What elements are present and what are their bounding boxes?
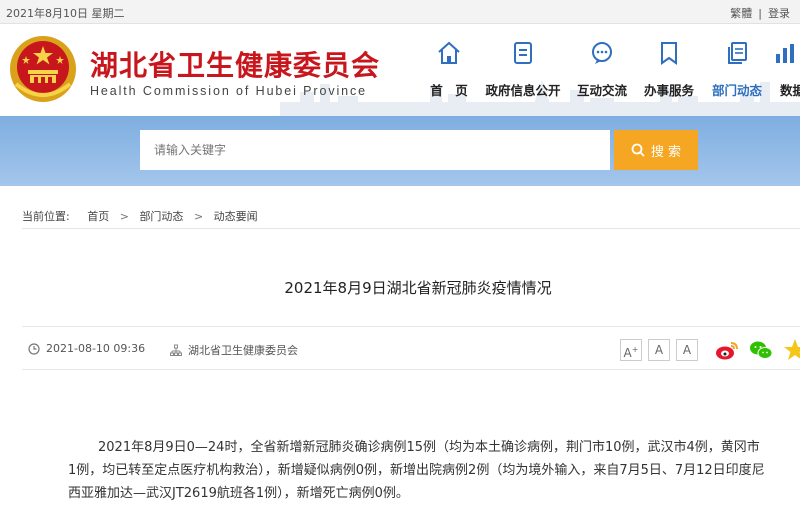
- top-bar: 2021年8月10日 星期二 繁體 | 登录: [0, 0, 800, 24]
- nav-item-data[interactable]: 数据: [762, 36, 800, 99]
- divider: |: [758, 7, 762, 20]
- nav-label: 政府信息公开: [485, 83, 561, 98]
- article-source: 湖北省卫生健康委员会: [170, 342, 298, 358]
- login-link[interactable]: 登录: [768, 7, 790, 20]
- font-button-label: A: [654, 343, 664, 357]
- article-title: 2021年8月9日湖北省新冠肺炎疫情情况: [284, 279, 552, 297]
- top-links: 繁體 | 登录: [730, 5, 790, 21]
- site-title: 湖北省卫生健康委员会: [90, 49, 381, 82]
- weibo-icon[interactable]: [714, 337, 740, 363]
- publish-datetime: 2021-08-10 09:36: [46, 342, 146, 355]
- organization-icon: [170, 344, 182, 356]
- breadcrumb-prefix: 当前位置:: [22, 210, 70, 223]
- publish-time: 2021-08-10 09:36: [28, 342, 145, 355]
- search-button[interactable]: 搜 索: [614, 130, 698, 170]
- article-body: 2021年8月9日0—24时，全省新增新冠肺炎确诊病例15例（均为本土确诊病例，…: [68, 440, 765, 501]
- breadcrumb: 当前位置: 首页 > 部门动态 > 动态要闻: [22, 208, 258, 224]
- font-button-label: A: [623, 346, 632, 360]
- search-icon: [631, 143, 645, 157]
- current-date: 2021年8月10日 星期二: [6, 7, 125, 20]
- site-header: 湖北省卫生健康委员会 Health Commission of Hubei Pr…: [0, 24, 800, 116]
- chat-icon: [592, 42, 612, 64]
- data-icon: [776, 44, 794, 63]
- font-smaller-button[interactable]: A: [676, 339, 698, 361]
- favorite-icon[interactable]: [782, 337, 800, 363]
- document-icon: [514, 42, 532, 64]
- breadcrumb-item-dept-news[interactable]: 部门动态: [139, 208, 183, 224]
- clock-icon: [28, 342, 40, 355]
- breadcrumb-item-home[interactable]: 首页: [87, 208, 109, 224]
- font-default-button[interactable]: A: [648, 339, 670, 361]
- divider: [22, 228, 800, 229]
- traditional-chinese-link[interactable]: 繁體: [730, 7, 752, 20]
- search-button-label: 搜 索: [650, 144, 682, 160]
- pages-icon: [728, 42, 747, 64]
- breadcrumb-separator: >: [193, 210, 204, 223]
- breadcrumb-item-headlines[interactable]: 动态要闻: [214, 208, 258, 224]
- nav-label: 数据: [780, 83, 800, 98]
- article-meta-bar: 2021-08-10 09:36 湖北省卫生健康委员会 A+ A A: [22, 326, 800, 370]
- search-input[interactable]: [140, 130, 610, 170]
- breadcrumb-separator: >: [119, 210, 129, 223]
- font-button-label: A: [682, 343, 692, 357]
- nav-item-gov-info[interactable]: 政府信息公开: [478, 36, 568, 99]
- font-larger-button[interactable]: A+: [620, 339, 642, 361]
- search-band: 搜 索: [0, 116, 800, 186]
- bookmark-icon: [661, 42, 677, 65]
- national-emblem-logo: [10, 36, 76, 102]
- source-name: 湖北省卫生健康委员会: [188, 344, 298, 357]
- home-icon: [438, 41, 460, 64]
- site-subtitle: Health Commission of Hubei Province: [90, 84, 368, 98]
- wechat-icon[interactable]: [748, 337, 774, 363]
